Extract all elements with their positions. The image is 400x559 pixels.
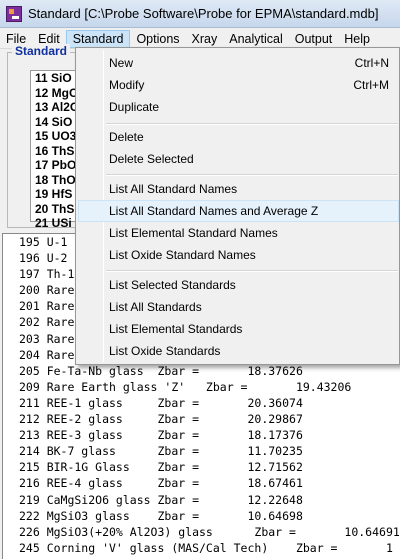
- log-line: 226 MgSiO3(+20% Al2O3) glass Zbar = 10.6…: [19, 524, 400, 539]
- log-line: 215 BIR-1G Glass Zbar = 12.71562: [19, 460, 303, 475]
- menu-item-label: Delete Selected: [109, 152, 194, 166]
- menu-item-delete[interactable]: Delete: [78, 126, 399, 148]
- menu-item-list-selected-standards[interactable]: List Selected Standards: [78, 274, 399, 296]
- menu-item-label: List Elemental Standards: [109, 322, 243, 336]
- menu-item-label: Delete: [109, 130, 144, 144]
- log-line: 211 REE-1 glass Zbar = 20.36074: [19, 395, 303, 410]
- menu-separator: [106, 174, 398, 176]
- menu-item-duplicate[interactable]: Duplicate: [78, 96, 399, 118]
- menu-item-delete-selected[interactable]: Delete Selected: [78, 148, 399, 170]
- window-title: Standard [C:\Probe Software\Probe for EP…: [28, 6, 379, 21]
- menu-item-label: List All Standard Names and Average Z: [109, 204, 319, 218]
- menu-item-list-all-standard-names[interactable]: List All Standard Names: [78, 178, 399, 200]
- menu-shortcut: Ctrl+N: [354, 56, 389, 70]
- menu-separator: [106, 270, 398, 272]
- probe-app-icon[interactable]: [6, 5, 22, 22]
- log-line: 245 Corning 'V' glass (MAS/Cal Tech) Zba…: [19, 540, 393, 555]
- menu-item-list-oxide-standard-names[interactable]: List Oxide Standard Names: [78, 244, 399, 266]
- menu-options[interactable]: Options: [130, 30, 185, 48]
- log-line: 213 REE-3 glass Zbar = 18.17376: [19, 428, 303, 443]
- menu-shortcut: Ctrl+M: [353, 78, 389, 92]
- standards-group-label: Standard: [12, 44, 71, 58]
- menu-item-list-all-standards[interactable]: List All Standards: [78, 296, 399, 318]
- menu-item-list-elemental-standard-names[interactable]: List Elemental Standard Names: [78, 222, 399, 244]
- menu-item-label: List Elemental Standard Names: [109, 226, 278, 240]
- menu-xray[interactable]: Xray: [186, 30, 224, 48]
- menu-analytical[interactable]: Analytical: [223, 30, 289, 48]
- log-line: 222 MgSiO3 glass Zbar = 10.64698: [19, 508, 303, 523]
- menu-item-list-names-average-z[interactable]: List All Standard Names and Average Z: [78, 200, 399, 222]
- menu-help[interactable]: Help: [338, 30, 376, 48]
- menu-item-label: List All Standard Names: [109, 182, 238, 196]
- menu-item-label: List All Standards: [109, 300, 202, 314]
- app-window: Standard [C:\Probe Software\Probe for EP…: [0, 0, 400, 559]
- standard-menu-dropdown: New Ctrl+N Modify Ctrl+M Duplicate Delet…: [75, 47, 400, 365]
- menu-item-label: Modify: [109, 78, 145, 92]
- log-line: 209 Rare Earth glass 'Z' Zbar = 19.43206: [19, 379, 352, 394]
- log-line: 212 REE-2 glass Zbar = 20.29867: [19, 412, 303, 427]
- log-line: 205 Fe-Ta-Nb glass Zbar = 18.37626: [19, 363, 303, 378]
- menu-separator: [106, 123, 398, 125]
- menu-item-list-oxide-standards[interactable]: List Oxide Standards: [78, 340, 399, 362]
- menu-item-list-elemental-standards[interactable]: List Elemental Standards: [78, 318, 399, 340]
- menu-item-label: New: [109, 56, 134, 70]
- menu-item-label: List Oxide Standard Names: [109, 248, 256, 262]
- log-line: 219 CaMgSi2O6 glass Zbar = 12.22648: [19, 492, 303, 507]
- menu-item-label: List Selected Standards: [109, 278, 236, 292]
- title-bar: Standard [C:\Probe Software\Probe for EP…: [0, 0, 400, 28]
- menu-output[interactable]: Output: [289, 30, 339, 48]
- menu-item-new[interactable]: New Ctrl+N: [78, 52, 399, 74]
- menu-item-label: Duplicate: [109, 100, 160, 114]
- log-line: 216 REE-4 glass Zbar = 18.67461: [19, 476, 303, 491]
- menu-item-modify[interactable]: Modify Ctrl+M: [78, 74, 399, 96]
- menu-standard[interactable]: Standard: [65, 29, 131, 48]
- menu-item-label: List Oxide Standards: [109, 344, 221, 358]
- log-line: 214 BK-7 glass Zbar = 11.70235: [19, 444, 303, 459]
